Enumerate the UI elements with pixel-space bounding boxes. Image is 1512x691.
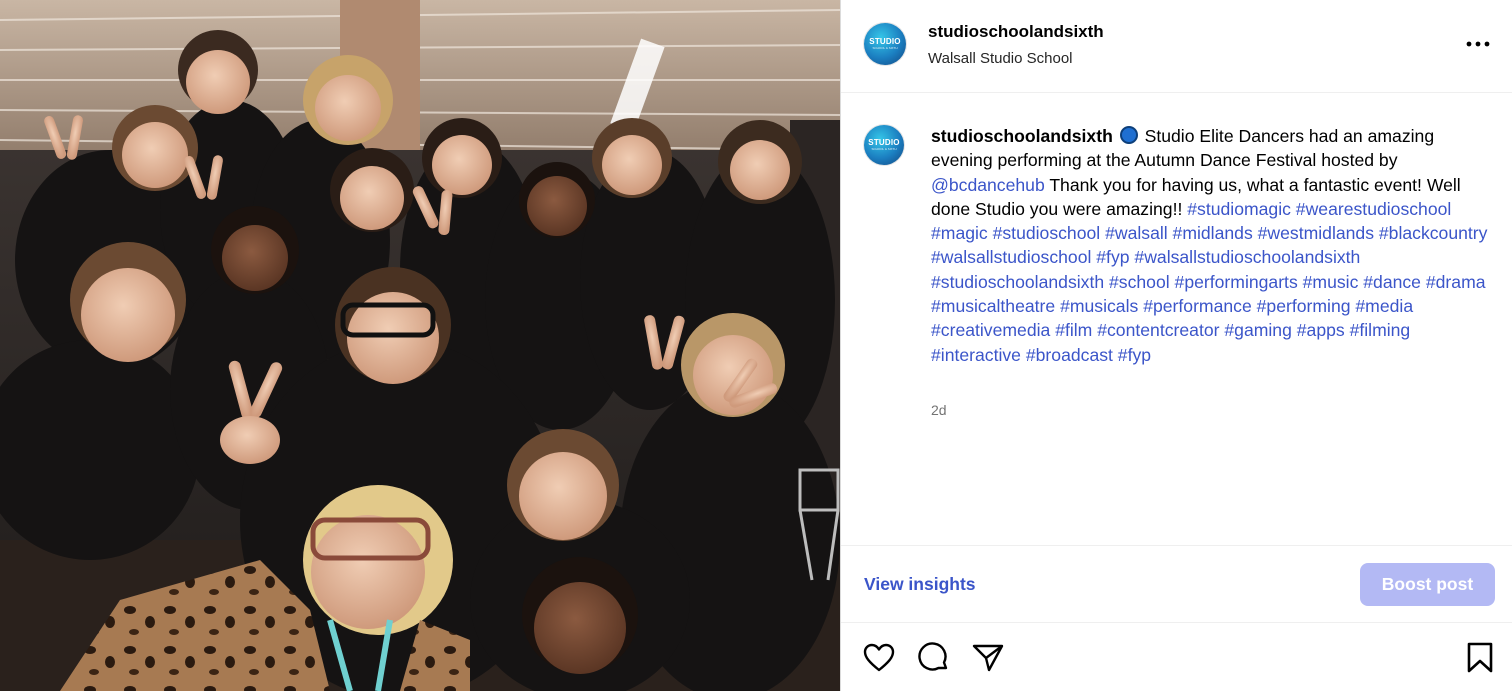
caption-avatar[interactable]: STUDIO SCHOOL & SIXTH (864, 125, 904, 165)
avatar-logo-subtext: SCHOOL & SIXTH (872, 46, 898, 50)
caption-section: STUDIO SCHOOL & SIXTH studioschoolandsix… (841, 94, 1512, 544)
bookmark-icon (1467, 642, 1493, 673)
post-header: STUDIO SCHOOL & SIXTH studioschoolandsix… (841, 0, 1512, 93)
comment-icon (918, 642, 948, 671)
caption-avatar-logo-text: STUDIO (868, 138, 900, 147)
caption-avatar-logo-subtext: SCHOOL & SIXTH (871, 147, 897, 151)
group-photo-image (0, 0, 840, 691)
like-button[interactable] (862, 641, 896, 675)
insights-bar: View insights Boost post (841, 545, 1512, 623)
view-insights-link[interactable]: View insights (864, 574, 976, 595)
caption-username[interactable]: studioschoolandsixth (931, 126, 1113, 146)
header-location[interactable]: Walsall Studio School (928, 50, 1073, 67)
heart-icon (863, 643, 895, 672)
save-button[interactable] (1463, 641, 1497, 675)
post-photo[interactable] (0, 0, 840, 691)
share-button[interactable] (971, 641, 1005, 675)
boost-post-button[interactable]: Boost post (1360, 563, 1495, 606)
more-options-icon (1466, 41, 1490, 47)
post-dialog: STUDIO SCHOOL & SIXTH studioschoolandsix… (0, 0, 1512, 691)
action-bar (841, 624, 1512, 691)
share-icon (972, 644, 1004, 672)
post-side-panel: STUDIO SCHOOL & SIXTH studioschoolandsix… (840, 0, 1512, 691)
hashtags-links[interactable]: #studiomagic #wearestudioschool #magic #… (931, 199, 1487, 365)
header-username[interactable]: studioschoolandsixth (928, 22, 1104, 42)
caption-text: studioschoolandsixth Studio Elite Dancer… (931, 124, 1497, 367)
comment-button[interactable] (917, 641, 951, 675)
avatar-logo-text: STUDIO (869, 37, 901, 46)
mention-link[interactable]: @bcdancehub (931, 175, 1045, 195)
blue-circle-emoji (1119, 126, 1138, 144)
more-options-button[interactable] (1463, 32, 1493, 56)
profile-avatar[interactable]: STUDIO SCHOOL & SIXTH (864, 23, 906, 65)
post-timestamp[interactable]: 2d (931, 402, 947, 418)
